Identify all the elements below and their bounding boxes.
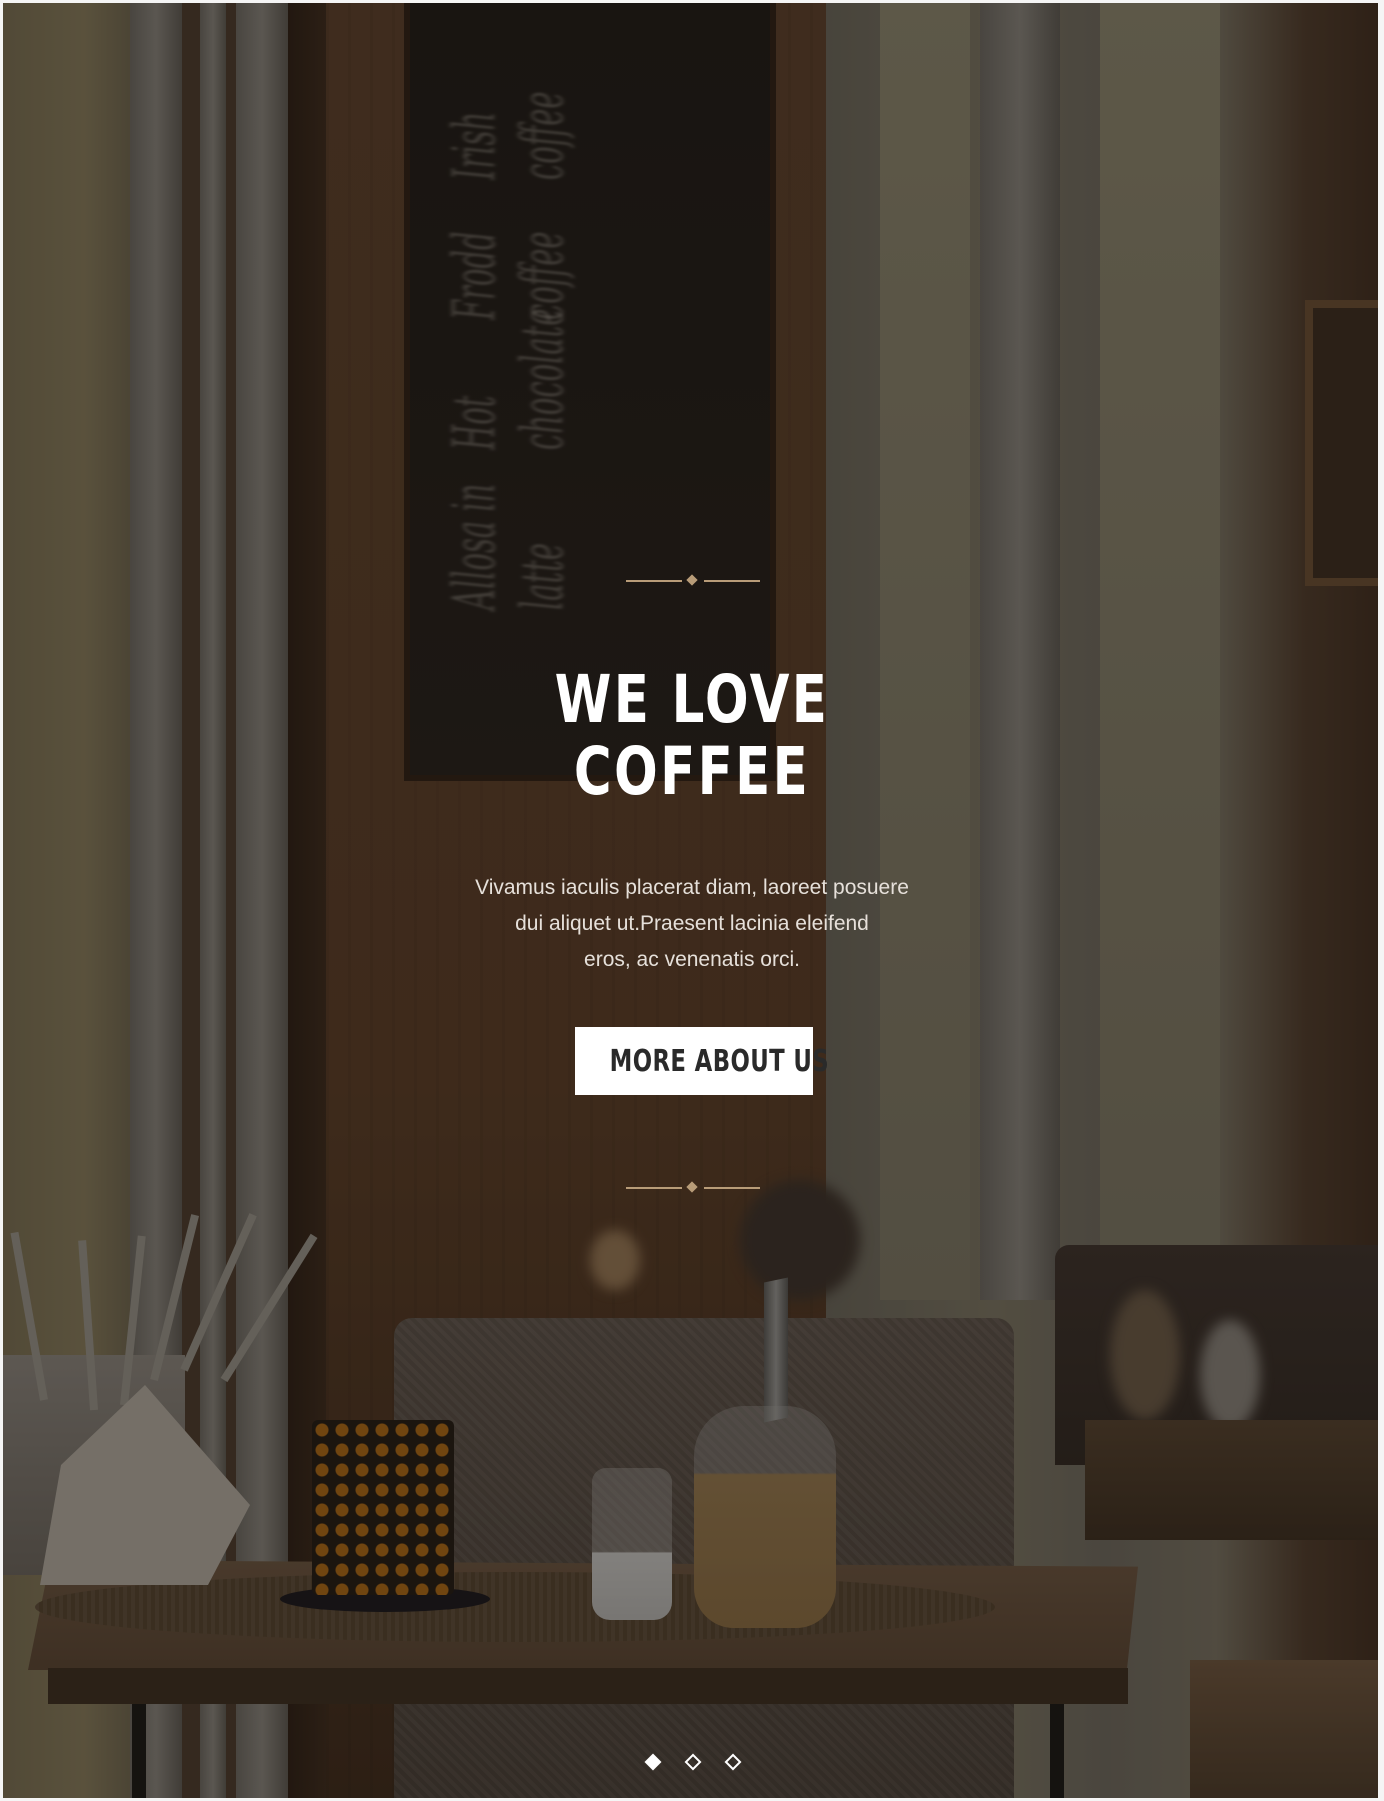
hero-description: Vivamus iaculis placerat diam, laoreet p… [432,870,952,978]
slide-dot-1-diamond-icon[interactable] [644,1753,662,1771]
hero-section: Irish coffee Frodd coffee Hot chocolate … [0,0,1384,1801]
diamond-divider-icon [626,574,760,588]
slide-dot-2-diamond-icon[interactable] [684,1753,702,1771]
more-about-us-button[interactable]: MORE ABOUT US [575,1027,829,1095]
more-about-us-button-label: MORE ABOUT US [609,1043,830,1079]
slide-dot-3-diamond-icon[interactable] [724,1753,742,1771]
hero-heading-line-2: COFFEE [573,733,811,810]
hero-content: WE LOVE COFFEE Vivamus iaculis placerat … [0,0,1384,1801]
hero-description-line-2: dui aliquet ut.Praesent lacinia eleifend [515,912,869,935]
hero-heading-line-1: WE LOVE [554,661,830,738]
slider-pagination [643,1752,743,1776]
hero-description-line-1: Vivamus iaculis placerat diam, laoreet p… [475,876,909,899]
hero-description-line-3: eros, ac venenatis orci. [584,948,800,971]
hero-heading: WE LOVE COFFEE [458,664,926,808]
diamond-divider-icon [626,1181,760,1195]
